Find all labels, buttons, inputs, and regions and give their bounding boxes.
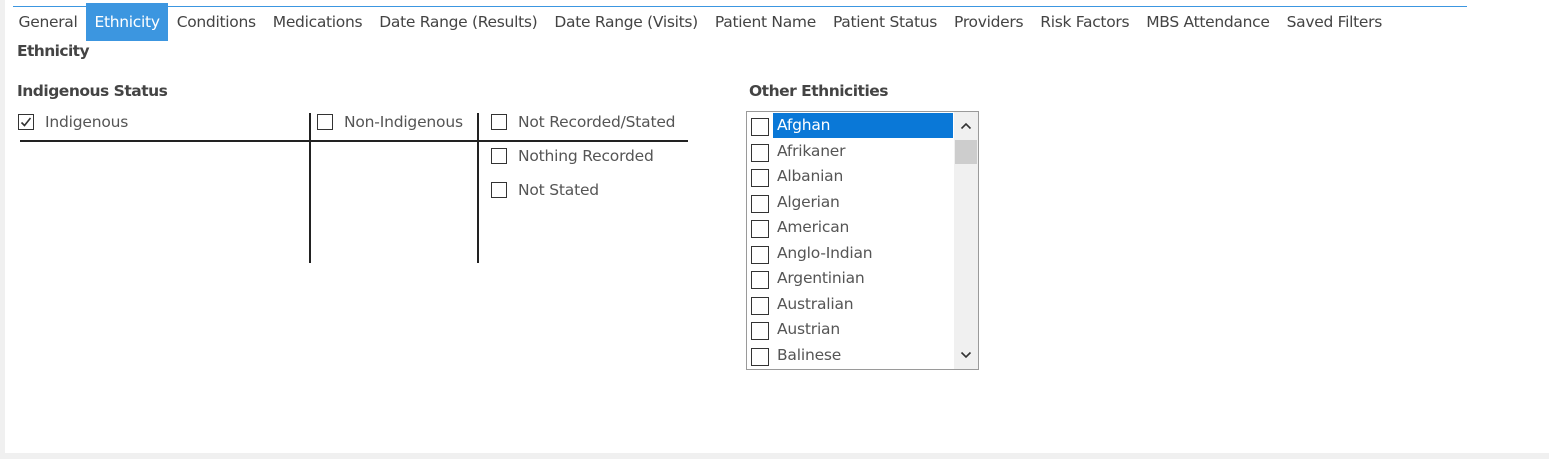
- list-item-checkbox[interactable]: [751, 194, 769, 213]
- tab-patient-name[interactable]: Patient Name: [706, 3, 824, 41]
- list-item-checkbox[interactable]: [751, 220, 769, 238]
- tab-patient-status[interactable]: Patient Status: [824, 3, 945, 41]
- list-item-label: Balinese: [777, 345, 842, 364]
- list-item[interactable]: Balinese: [747, 343, 953, 368]
- indigenous-label: Indigenous: [45, 113, 129, 131]
- chevron-up-icon: [960, 122, 972, 130]
- other-ethnicities-title: Other Ethnicities: [749, 82, 889, 100]
- list-item-checkbox[interactable]: [751, 118, 769, 136]
- list-item[interactable]: American: [747, 215, 953, 240]
- tab-risk-factors[interactable]: Risk Factors: [1032, 3, 1138, 41]
- list-item-label: Argentinian: [777, 269, 865, 287]
- scroll-down-button[interactable]: [954, 343, 978, 367]
- list-item[interactable]: Austrian: [747, 317, 953, 342]
- list-item-checkbox[interactable]: [751, 245, 769, 264]
- scroll-up-button[interactable]: [954, 114, 978, 138]
- list-item-checkbox[interactable]: [751, 322, 769, 340]
- list-item-label: Anglo-Indian: [777, 243, 873, 262]
- list-item[interactable]: Argentinian: [747, 266, 953, 291]
- list-item[interactable]: Anglo-Indian: [747, 241, 953, 266]
- tab-medications[interactable]: Medications: [264, 3, 371, 41]
- nothing-recorded-label: Nothing Recorded: [518, 147, 654, 165]
- tab-bar: General Ethnicity Conditions Medications…: [10, 3, 1390, 41]
- list-item-label: Afghan: [773, 113, 953, 138]
- list-item-checkbox[interactable]: [751, 271, 769, 289]
- list-item-label: Afrikaner: [777, 141, 846, 160]
- indigenous-status-title: Indigenous Status: [17, 82, 168, 100]
- non-indigenous-label: Non-Indigenous: [344, 113, 463, 131]
- not-stated-checkbox[interactable]: [491, 182, 507, 198]
- indigenous-checkbox[interactable]: [18, 114, 34, 130]
- checkmark-icon: [20, 117, 32, 127]
- grid-vertical-line-1: [309, 113, 311, 263]
- grid-horizontal-line: [20, 140, 688, 142]
- list-item-checkbox[interactable]: [751, 169, 769, 187]
- list-item-label: Australian: [777, 294, 854, 313]
- list-item-checkbox[interactable]: [751, 143, 769, 162]
- list-item[interactable]: Afrikaner: [747, 139, 953, 164]
- grid-vertical-line-2: [477, 113, 479, 263]
- list-item[interactable]: Australian: [747, 292, 953, 317]
- list-item[interactable]: Algerian: [747, 190, 953, 215]
- vertical-scrollbar[interactable]: [954, 112, 978, 369]
- tab-conditions[interactable]: Conditions: [168, 3, 264, 41]
- other-ethnicities-listbox[interactable]: Afghan Afrikaner Albanian Algerian Ameri…: [746, 111, 979, 370]
- list-item-label: Algerian: [777, 192, 840, 211]
- tab-providers[interactable]: Providers: [946, 3, 1032, 41]
- list-item-label: American: [777, 218, 850, 236]
- not-stated-label: Not Stated: [518, 181, 599, 199]
- page-title: Ethnicity: [17, 42, 90, 60]
- list-item-checkbox[interactable]: [751, 347, 769, 366]
- tab-mbs-attendance[interactable]: MBS Attendance: [1138, 3, 1278, 41]
- tab-date-range-visits[interactable]: Date Range (Visits): [546, 3, 707, 41]
- tab-date-range-results[interactable]: Date Range (Results): [371, 3, 546, 41]
- not-recorded-stated-label: Not Recorded/Stated: [518, 113, 676, 131]
- list-item-label: Albanian: [777, 167, 844, 185]
- tab-ethnicity[interactable]: Ethnicity: [85, 3, 169, 41]
- list-item[interactable]: Albanian: [747, 164, 953, 189]
- tab-saved-filters[interactable]: Saved Filters: [1278, 3, 1390, 41]
- nothing-recorded-checkbox[interactable]: [491, 148, 507, 164]
- list-item-label: Austrian: [777, 320, 840, 338]
- chevron-down-icon: [960, 351, 972, 359]
- list-item[interactable]: Afghan: [747, 113, 953, 138]
- not-recorded-stated-checkbox[interactable]: [491, 114, 507, 130]
- list-item-checkbox[interactable]: [751, 296, 769, 315]
- scrollbar-thumb[interactable]: [955, 140, 977, 164]
- tab-general[interactable]: General: [10, 3, 86, 41]
- non-indigenous-checkbox[interactable]: [317, 114, 333, 130]
